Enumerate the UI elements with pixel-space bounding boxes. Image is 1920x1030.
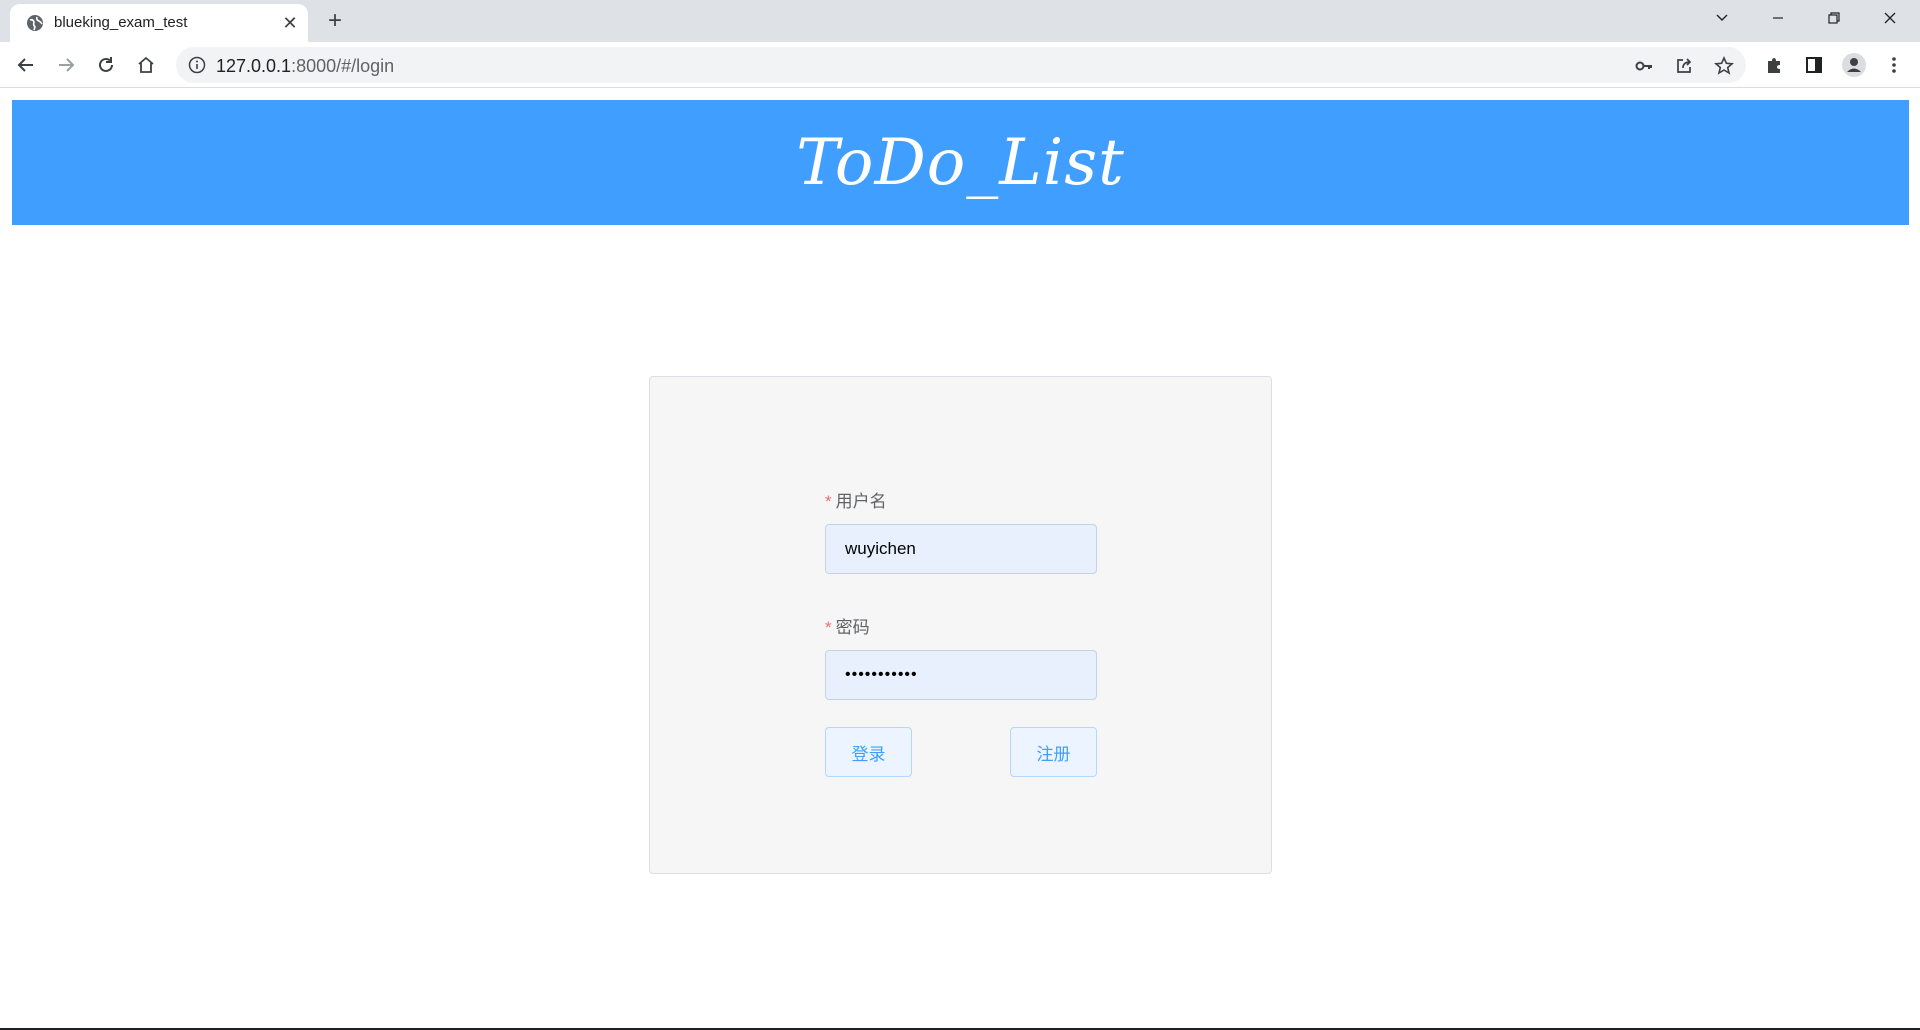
back-arrow-icon[interactable] [12,51,40,79]
reload-icon[interactable] [92,51,120,79]
menu-dots-icon[interactable] [1880,51,1908,79]
username-value: wuyichen [845,539,916,558]
password-value: ••••••••••• [845,666,918,683]
minimize-icon[interactable] [1750,0,1806,36]
address-bar[interactable]: 127.0.0.1:8000/#/login [176,47,1746,83]
url-text: 127.0.0.1:8000/#/login [216,56,394,77]
forward-arrow-icon[interactable] [52,51,80,79]
url-host: 127.0.0.1 [216,56,292,76]
page-title: ToDo_List [796,125,1125,200]
tab-strip: blueking_exam_test ✕ + [0,0,1920,42]
new-tab-button[interactable]: + [322,8,348,34]
username-label: * 用户名 [825,487,887,512]
restore-icon[interactable] [1806,0,1862,36]
username-input[interactable]: wuyichen [825,524,1097,574]
profile-avatar-icon[interactable] [1840,51,1868,79]
browser-toolbar: 127.0.0.1:8000/#/login [0,42,1920,88]
required-mark: * [825,618,832,637]
bookmark-star-icon[interactable] [1713,55,1735,77]
globe-icon [26,14,44,32]
browser-tab[interactable]: blueking_exam_test ✕ [10,4,308,42]
password-input[interactable]: ••••••••••• [825,650,1097,700]
login-button[interactable]: 登录 [825,727,912,777]
register-button[interactable]: 注册 [1010,727,1097,777]
share-icon[interactable] [1673,55,1695,77]
close-tab-icon[interactable]: ✕ [280,13,300,33]
extensions-puzzle-icon[interactable] [1760,51,1788,79]
info-icon[interactable] [188,56,206,74]
username-label-text: 用户名 [835,492,887,511]
close-window-icon[interactable] [1862,0,1918,36]
tab-title: blueking_exam_test [54,14,188,31]
page-header: ToDo_List [12,100,1909,225]
side-panel-icon[interactable] [1800,51,1828,79]
tab-search-icon[interactable] [1694,0,1750,36]
required-mark: * [825,492,832,511]
home-icon[interactable] [132,51,160,79]
key-icon[interactable] [1633,55,1655,77]
password-label: * 密码 [825,613,870,638]
login-card: * 用户名 wuyichen * 密码 ••••••••••• 登录 注册 [649,376,1272,874]
url-path: :8000/#/login [291,56,395,76]
password-label-text: 密码 [835,618,870,637]
